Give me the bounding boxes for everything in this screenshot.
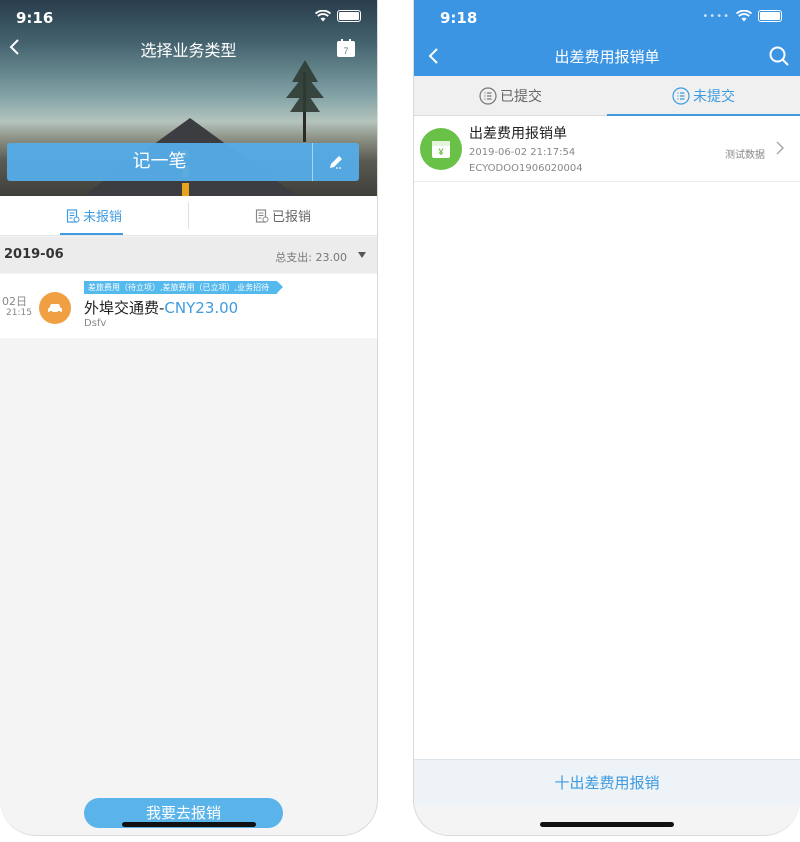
document-datetime: 2019-06-02 21:17:54 xyxy=(469,147,576,158)
list-icon xyxy=(479,86,497,105)
svg-text:¥: ¥ xyxy=(438,147,443,157)
car-icon xyxy=(39,292,71,324)
status-icons: •••• xyxy=(702,10,782,22)
home-indicator[interactable] xyxy=(121,822,256,827)
expense-time: 21:15 xyxy=(6,308,32,318)
svg-text:7: 7 xyxy=(343,46,348,56)
document-icon xyxy=(66,208,80,223)
document-tag: 测试数据 xyxy=(725,150,765,161)
add-travel-reimbursement-button[interactable]: 十出差费用报销 xyxy=(414,759,800,805)
document-icon xyxy=(255,208,269,223)
tab-unreimbursed[interactable]: 未报销 xyxy=(0,196,188,235)
expense-form-icon: ¥ xyxy=(420,128,462,170)
edit-icon-button[interactable] xyxy=(313,143,359,181)
status-time: 9:18 xyxy=(440,9,478,27)
battery-icon xyxy=(337,10,361,22)
battery-icon xyxy=(758,10,782,22)
tree-illustration xyxy=(286,60,324,142)
expense-description: Dsfv xyxy=(84,318,107,329)
status-bar: 9:16 xyxy=(0,0,377,34)
status-time: 9:16 xyxy=(16,9,54,27)
expense-amount: CNY23.00 xyxy=(164,299,239,317)
tab-label: 未报销 xyxy=(82,210,122,225)
expense-name: 外埠交通费- xyxy=(84,299,165,317)
month-summary-row[interactable]: 2019-06 总支出: 23.00 xyxy=(0,237,377,273)
tab-label: 已提交 xyxy=(500,88,542,105)
list-icon xyxy=(672,86,690,105)
search-icon[interactable] xyxy=(768,45,790,67)
category-tags: 差旅费用（待立项）,差旅费用（已立项）,业务招待 xyxy=(84,281,284,294)
chevron-down-icon[interactable] xyxy=(358,252,366,258)
tab-unsubmitted[interactable]: 未提交 xyxy=(607,76,800,116)
submission-tabs: 已提交 未提交 xyxy=(414,76,800,116)
document-name: 出差费用报销单 xyxy=(469,126,567,142)
page-title: 出差费用报销单 xyxy=(554,48,660,66)
tab-submitted[interactable]: 已提交 xyxy=(414,76,607,115)
record-entry-label[interactable]: 记一笔 xyxy=(7,143,313,181)
lane-mark xyxy=(182,183,189,196)
document-list-item[interactable]: ¥ 出差费用报销单 2019-06-02 21:17:54 ECYODOO190… xyxy=(414,116,800,182)
expense-list-item[interactable]: 02日 21:15 差旅费用（待立项）,差旅费用（已立项）,业务招待 外埠交通费… xyxy=(0,274,377,338)
right-phone-screen: 9:18 •••• 出差费用报销单 已提交 未提交 ¥ 出差费用报销单 2019… xyxy=(413,0,800,836)
page-title: 选择业务类型 xyxy=(140,41,237,60)
reimburse-status-tabs: 未报销 已报销 xyxy=(0,196,377,236)
record-entry-button[interactable]: 记一笔 xyxy=(7,143,359,181)
document-code: ECYODOO1906020004 xyxy=(469,163,583,174)
expense-day: 02日 xyxy=(2,295,27,308)
tab-label: 已报销 xyxy=(271,210,311,225)
nav-bar: 选择业务类型 7 xyxy=(0,34,377,64)
total-spending: 总支出: 23.00 xyxy=(275,251,347,264)
document-list: ¥ 出差费用报销单 2019-06-02 21:17:54 ECYODOO190… xyxy=(414,116,800,759)
hero-image: 9:16 选择业务类型 7 记一笔 xyxy=(0,0,377,196)
month-label: 2019-06 xyxy=(4,247,64,262)
chevron-right-icon xyxy=(776,141,784,155)
expense-title: 外埠交通费-CNY23.00 xyxy=(84,297,238,318)
signal-icon: •••• xyxy=(702,10,730,22)
home-indicator[interactable] xyxy=(540,822,674,827)
wifi-icon xyxy=(315,10,331,22)
header-bar: 9:18 •••• 出差费用报销单 xyxy=(414,0,800,76)
tab-label: 未提交 xyxy=(693,88,735,105)
tab-reimbursed[interactable]: 已报销 xyxy=(189,196,377,235)
pencil-icon xyxy=(330,156,342,169)
calendar-icon[interactable]: 7 xyxy=(335,38,357,58)
wifi-icon xyxy=(736,10,752,22)
left-phone-screen: 9:16 选择业务类型 7 记一笔 未报销 已报销 2019-06 总支出: 2… xyxy=(0,0,378,836)
